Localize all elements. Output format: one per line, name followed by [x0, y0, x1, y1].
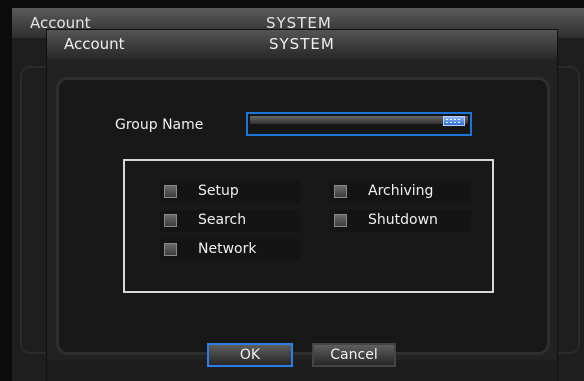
network-label: Network [198, 241, 257, 257]
keyboard-icon[interactable] [443, 116, 465, 126]
shutdown-checkbox[interactable] [334, 214, 347, 227]
archiving-label: Archiving [368, 183, 434, 199]
setup-checkbox[interactable] [164, 185, 177, 198]
setup-label: Setup [198, 183, 239, 199]
group-name-label: Group Name [115, 117, 204, 133]
account-dialog: Account SYSTEM Group Name Setup Archivin… [47, 30, 557, 381]
shutdown-label: Shutdown [368, 212, 438, 228]
group-name-input[interactable] [246, 112, 472, 136]
ok-button[interactable]: OK [207, 343, 293, 367]
cancel-button[interactable]: Cancel [312, 343, 396, 367]
group-name-value [250, 116, 468, 124]
permission-network[interactable]: Network [160, 239, 300, 261]
permissions-box: Setup Archiving Search Shutdown Network [123, 159, 494, 293]
permission-search[interactable]: Search [160, 210, 300, 232]
dialog-system-label: SYSTEM [269, 35, 335, 53]
dialog-footer [47, 360, 557, 381]
search-label: Search [198, 212, 247, 228]
search-checkbox[interactable] [164, 214, 177, 227]
permission-setup[interactable]: Setup [160, 181, 300, 203]
permission-archiving[interactable]: Archiving [330, 181, 471, 203]
dialog-header: Account SYSTEM [47, 30, 557, 60]
network-checkbox[interactable] [164, 243, 177, 256]
archiving-checkbox[interactable] [334, 185, 347, 198]
permission-shutdown[interactable]: Shutdown [330, 210, 471, 232]
dialog-title: Account [64, 35, 125, 53]
